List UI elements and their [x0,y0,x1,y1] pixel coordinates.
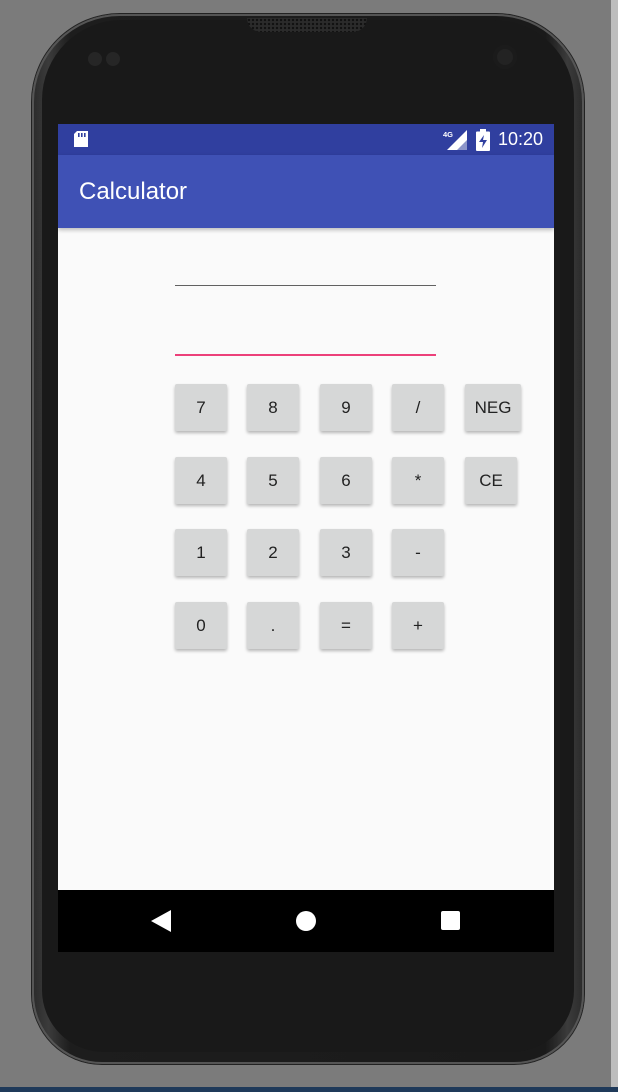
result-field[interactable] [175,252,436,286]
key-equals[interactable]: = [320,602,372,649]
key-9[interactable]: 9 [320,384,372,431]
network-type-label: 4G [443,130,453,139]
key-divide[interactable]: / [392,384,444,431]
key-7[interactable]: 7 [175,384,227,431]
key-1[interactable]: 1 [175,529,227,576]
app-bar: Calculator [58,155,554,228]
front-camera [493,45,517,69]
input-field[interactable] [175,320,436,356]
sd-card-icon [74,131,88,147]
key-multiply[interactable]: * [392,457,444,504]
key-add[interactable]: + [392,602,444,649]
key-0[interactable]: 0 [175,602,227,649]
key-negate[interactable]: NEG [465,384,521,431]
recents-icon[interactable] [441,911,460,930]
key-3[interactable]: 3 [320,529,372,576]
key-decimal[interactable]: . [247,602,299,649]
device-screen: 4G 10:20 Calculator 7 8 9 / NEG 4 5 6 * … [58,124,554,952]
earpiece-speaker [247,18,367,32]
emulator-frame-bottom-edge [0,1087,618,1092]
key-subtract[interactable]: - [392,529,444,576]
key-5[interactable]: 5 [247,457,299,504]
home-icon[interactable] [296,911,316,931]
key-clear-entry[interactable]: CE [465,457,517,504]
app-title: Calculator [79,178,188,205]
key-6[interactable]: 6 [320,457,372,504]
light-sensor [106,52,120,66]
key-4[interactable]: 4 [175,457,227,504]
emulator-frame-edge [611,0,618,1092]
key-2[interactable]: 2 [247,529,299,576]
status-time: 10:20 [498,129,544,149]
proximity-sensor [88,52,102,66]
navigation-bar [58,890,554,952]
status-bar: 4G 10:20 [58,124,554,155]
signal-icon: 4G [443,130,467,150]
key-8[interactable]: 8 [247,384,299,431]
back-icon[interactable] [151,910,171,932]
battery-charging-icon [476,129,490,151]
